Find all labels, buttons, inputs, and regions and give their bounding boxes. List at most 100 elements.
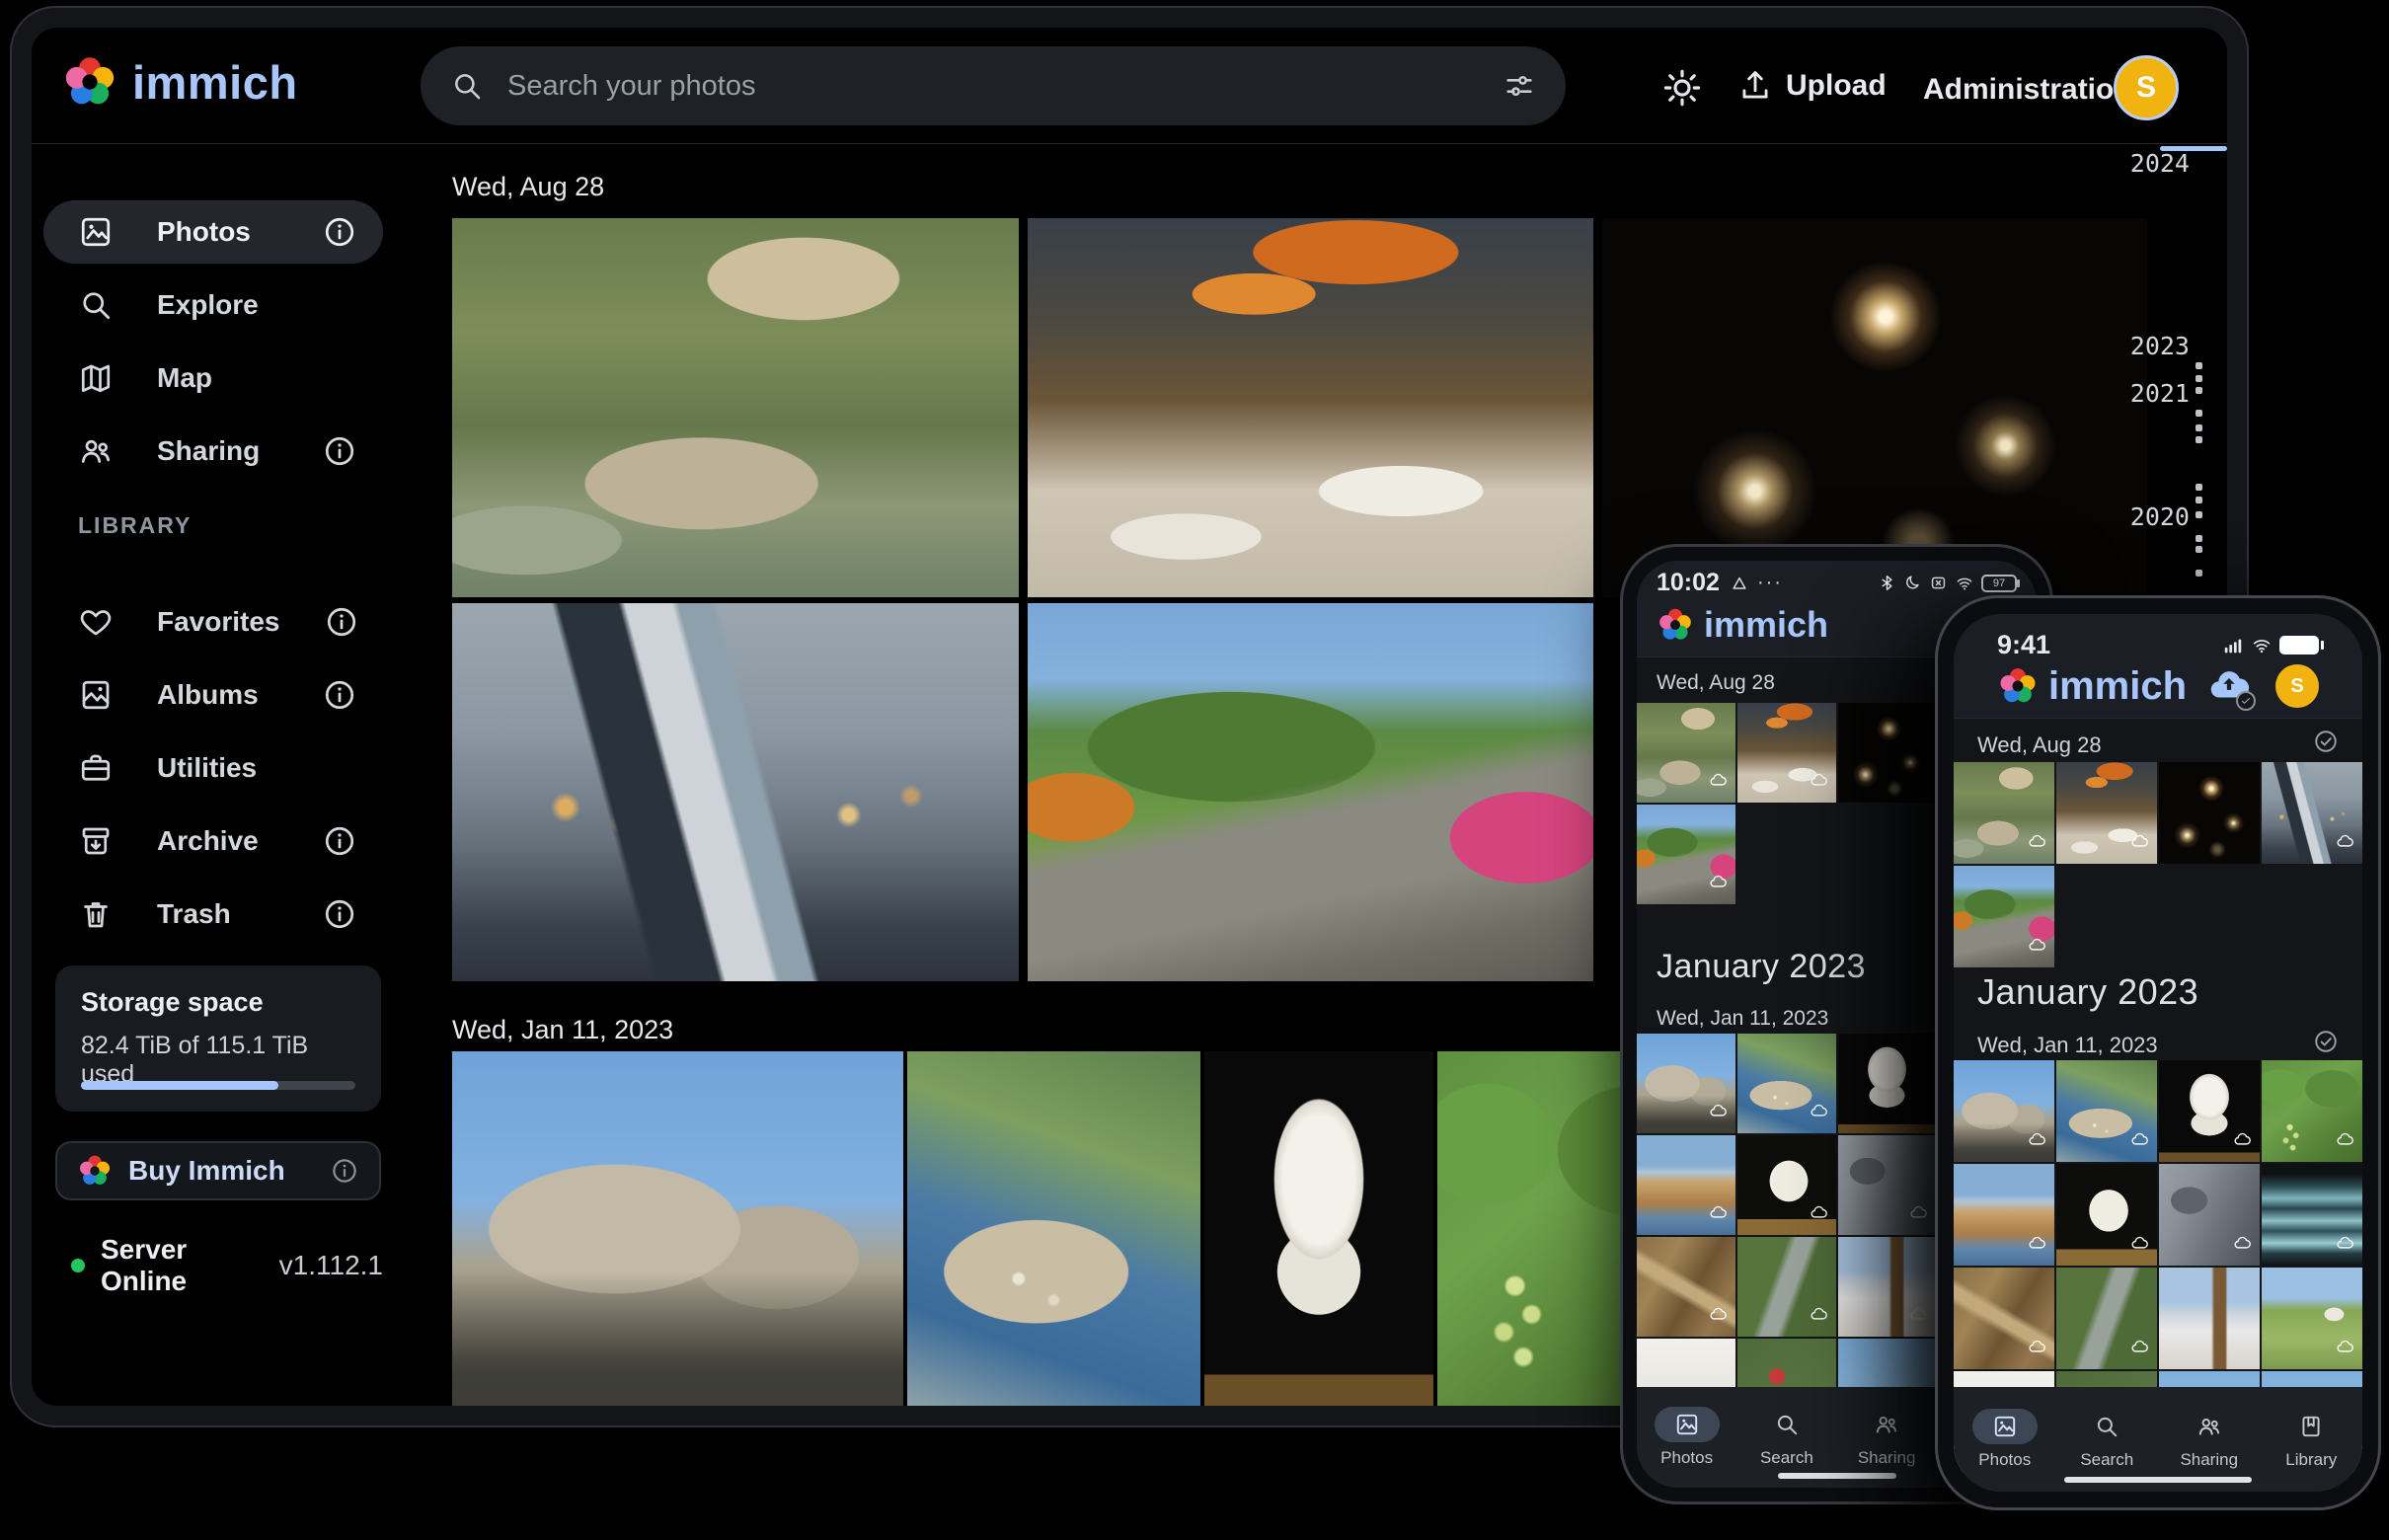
photo-tile-autumn-park-path[interactable] (1954, 866, 2054, 967)
timeline-tick-dot (2196, 410, 2202, 417)
sidebar-item-label: Favorites (157, 606, 280, 638)
buy-immich-button[interactable]: Buy Immich (55, 1141, 381, 1200)
photo-tile-winter-church[interactable] (1838, 1237, 1937, 1337)
cloud-sync-icon (2130, 1338, 2149, 1361)
photo-tile-autumn-dinner-table[interactable] (1028, 218, 1593, 597)
photo-tile-farm-houses[interactable] (2262, 1268, 2362, 1369)
sidebar-item-albums[interactable]: Albums (43, 663, 383, 727)
sidebar-item-explore[interactable]: Explore (43, 273, 383, 337)
user-avatar[interactable]: S (2114, 55, 2179, 120)
search-bar[interactable] (421, 46, 1566, 125)
timeline-year-2020[interactable]: 2020 (2130, 502, 2190, 531)
select-all-check-icon[interactable] (2313, 729, 2339, 754)
sidebar-item-photos[interactable]: Photos (43, 200, 383, 264)
photo-tile-lizard-moss[interactable] (2056, 1268, 2157, 1369)
sidebar-item-trash[interactable]: Trash (43, 883, 383, 946)
photo-tile-zoo-monkeys[interactable] (1637, 703, 1735, 803)
photo-tile-fireworks[interactable] (1838, 703, 1937, 803)
photo-tile-fortress-walls[interactable] (1637, 1034, 1735, 1133)
server-version: v1.112.1 (279, 1250, 383, 1281)
timeline-tick-dot (2196, 362, 2202, 369)
photo-tile-coastal-town[interactable] (2056, 1060, 2157, 1162)
administration-link[interactable]: Administration (1923, 73, 2132, 107)
sidebar-item-map[interactable]: Map (43, 346, 383, 410)
photo-tile-marble-bust[interactable] (1204, 1051, 1433, 1406)
photo-tile-zoo-monkeys[interactable] (452, 218, 1019, 597)
photo-tile-lizard-moss[interactable] (1737, 1237, 1836, 1337)
nav-tab-photos[interactable]: Photos (1954, 1387, 2056, 1492)
upload-button[interactable]: Upload (1736, 67, 1887, 105)
sidebar-item-favorites[interactable]: Favorites (43, 590, 383, 654)
photo-tile-autumn-park-path[interactable] (1637, 805, 1735, 904)
immich-logo: immich S (1997, 663, 2319, 709)
info-icon[interactable] (322, 823, 357, 859)
wifi-icon (2251, 635, 2273, 656)
photo-tile-stone-ruin[interactable] (1838, 1135, 1937, 1235)
photo-tile-lizard-closeup[interactable] (1637, 1237, 1735, 1337)
info-icon[interactable] (322, 677, 357, 713)
sidebar-item-archive[interactable]: Archive (43, 809, 383, 873)
cloud-sync-icon (1810, 1203, 1828, 1227)
date-group-heading: Wed, Aug 28 (1977, 732, 2102, 758)
photo-tile-beach-cliff[interactable] (1954, 1164, 2054, 1266)
photo-tile-lizard-closeup[interactable] (1954, 1268, 2054, 1369)
photo-tile-fortress-walls[interactable] (1954, 1060, 2054, 1162)
filter-icon[interactable] (1503, 69, 1536, 103)
photo-tile-beach-cliff[interactable] (1637, 1135, 1735, 1235)
top-bar: immich Upload Administration S (32, 28, 2227, 144)
nav-tab-photos[interactable]: Photos (1637, 1387, 1736, 1488)
photo-tile-autumn-park-path[interactable] (1028, 603, 1593, 981)
select-all-check-icon[interactable] (2313, 1029, 2339, 1054)
nav-tab-label: Search (2080, 1450, 2133, 1470)
immich-logo[interactable]: immich (61, 53, 298, 111)
photo-tile-tiered-ornament[interactable] (2262, 1164, 2362, 1266)
photo-tile-marble-bust-2[interactable] (2056, 1164, 2157, 1266)
user-avatar[interactable]: S (2275, 664, 2319, 708)
storage-card: Storage space 82.4 TiB of 115.1 TiB used (55, 965, 381, 1112)
timeline-year-2021[interactable]: 2021 (2130, 379, 2190, 408)
photo-tile-marble-bust[interactable] (2159, 1060, 2260, 1162)
cloud-sync-icon (1709, 873, 1728, 896)
photo-tile-fireworks[interactable] (1602, 218, 2147, 597)
photo-tile-marble-bust-2[interactable] (1737, 1135, 1836, 1235)
home-indicator[interactable] (1778, 1473, 1896, 1479)
sidebar-item-label: Sharing (157, 435, 278, 467)
photo-tile-holding-hands[interactable] (2262, 762, 2362, 864)
timeline-year-2024[interactable]: 2024 (2130, 149, 2190, 178)
info-icon[interactable] (322, 433, 357, 469)
timeline-year-2023[interactable]: 2023 (2130, 332, 2190, 360)
nav-tab-library[interactable]: Library (2261, 1387, 2363, 1492)
photo-tile-fortress-walls[interactable] (452, 1051, 903, 1406)
photo-tile-holding-hands[interactable] (452, 603, 1019, 981)
info-icon[interactable] (322, 214, 357, 250)
sidebar-item-utilities[interactable]: Utilities (43, 736, 383, 800)
timeline-tick-dot (2196, 570, 2202, 577)
search-input[interactable] (505, 69, 1481, 104)
photo-tile-winter-church[interactable] (2159, 1268, 2260, 1369)
search-icon (1754, 1407, 1819, 1442)
sidebar-item-label: Photos (157, 216, 278, 248)
photo-tile-stone-ruin[interactable] (2159, 1164, 2260, 1266)
info-icon[interactable] (322, 896, 357, 932)
home-indicator[interactable] (2064, 1477, 2252, 1483)
theme-toggle-button[interactable] (1661, 67, 1703, 109)
photo-tile-autumn-dinner-table[interactable] (2056, 762, 2157, 864)
cloud-sync-icon (2028, 1338, 2046, 1361)
photo-tile-fireworks[interactable] (2159, 762, 2260, 864)
people-icon (1854, 1407, 1919, 1442)
archive-icon (78, 823, 114, 859)
photo-tile-autumn-dinner-table[interactable] (1737, 703, 1836, 803)
backup-cloud-icon[interactable] (2206, 663, 2252, 709)
sim-alert-icon (1929, 574, 1948, 592)
photo-tile-coastal-town[interactable] (1737, 1034, 1836, 1133)
photo-tile-zoo-monkeys[interactable] (1954, 762, 2054, 864)
sidebar-item-sharing[interactable]: Sharing (43, 420, 383, 483)
trash-icon (78, 896, 114, 932)
page: immich Upload Administration S Photos Ex… (0, 0, 2389, 1540)
photo-tile-coastal-town[interactable] (907, 1051, 1200, 1406)
info-icon[interactable] (330, 1156, 359, 1186)
photo-tile-green-berries[interactable] (2262, 1060, 2362, 1162)
photo-tile-marble-bust[interactable] (1838, 1034, 1937, 1133)
cellular-signal-icon (2222, 635, 2244, 656)
info-icon[interactable] (324, 604, 359, 640)
